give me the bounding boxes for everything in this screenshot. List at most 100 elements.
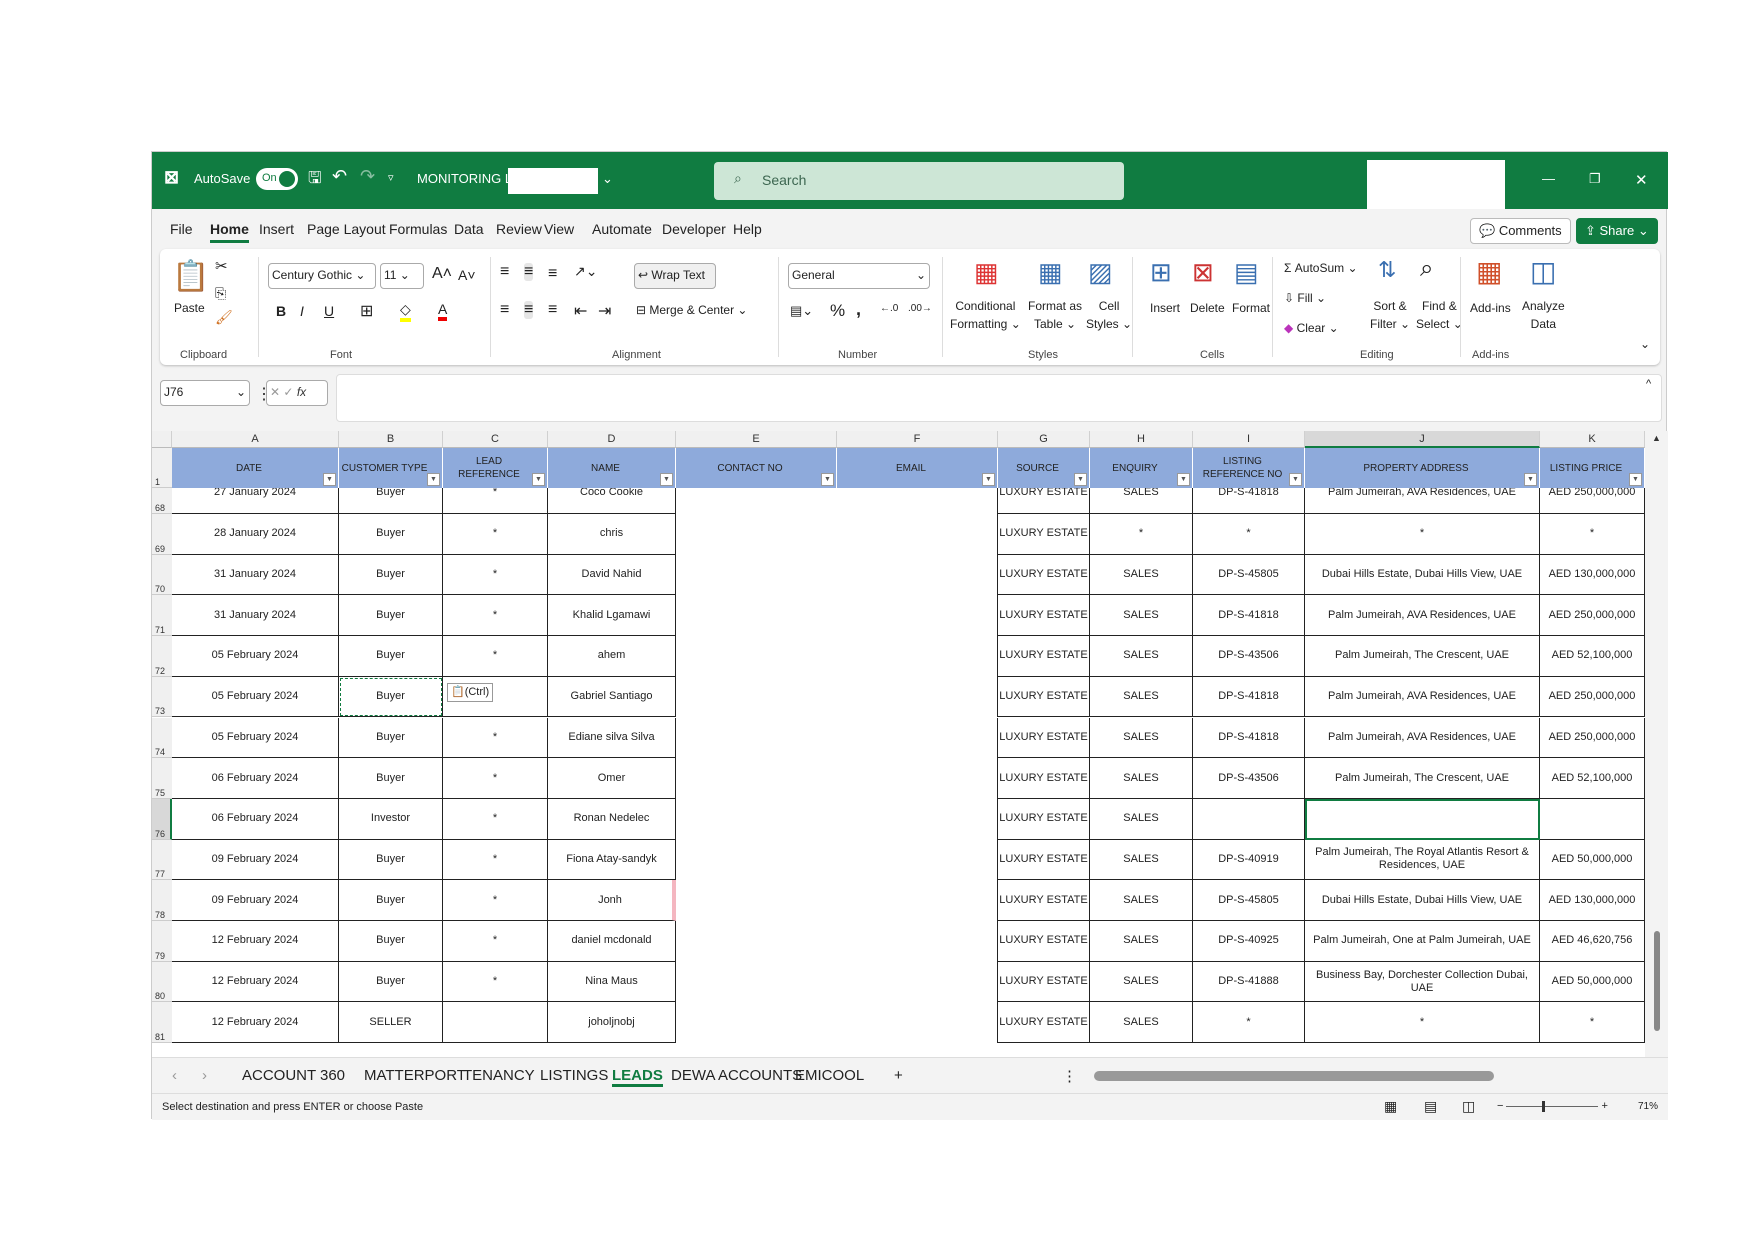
page-layout-view-icon[interactable]: ▤ <box>1424 1098 1437 1115</box>
cell-E81[interactable] <box>676 1002 837 1043</box>
comments-button[interactable]: 💬 Comments <box>1470 218 1571 244</box>
cell-C81[interactable] <box>443 1002 548 1044</box>
wrap-text-button[interactable]: ↩ Wrap Text <box>634 263 716 289</box>
cell-C78[interactable]: * <box>443 880 548 921</box>
increase-font-icon[interactable]: A˄ <box>432 265 452 283</box>
bold-button[interactable]: B <box>276 303 286 319</box>
cell-A72[interactable]: 05 February 2024 <box>172 636 339 677</box>
filter-dropdown-icon[interactable]: ▼ <box>1289 473 1302 486</box>
copy-icon[interactable]: ⎘ <box>215 285 226 302</box>
row-number[interactable]: 80 <box>152 961 172 1003</box>
analyze-data-button[interactable]: Analyze Data <box>1522 297 1565 333</box>
cell-I79[interactable]: DP-S-40925 <box>1193 921 1305 962</box>
row-number[interactable]: 76 <box>152 798 172 840</box>
sheet-tab-emicool[interactable]: EMICOOL <box>795 1067 864 1084</box>
column-header-F[interactable]: F <box>837 431 998 448</box>
addins-button[interactable]: Add-ins <box>1470 301 1511 315</box>
cell-I73[interactable]: DP-S-41818 <box>1193 676 1305 718</box>
filter-dropdown-icon[interactable]: ▼ <box>427 473 440 486</box>
cell-F80[interactable] <box>837 961 998 1003</box>
cell-F77[interactable] <box>837 839 998 881</box>
cell-F68[interactable] <box>837 488 998 514</box>
cell-H76[interactable]: SALES <box>1090 798 1193 840</box>
cell-H68[interactable]: SALES <box>1090 488 1193 514</box>
cell-C69[interactable]: * <box>443 514 548 555</box>
row-number[interactable]: 74 <box>152 717 172 759</box>
cell-E71[interactable] <box>676 595 837 636</box>
decrease-decimal-icon[interactable]: .00→ <box>908 303 932 314</box>
cell-G73[interactable]: LUXURY ESTATE <box>998 676 1090 718</box>
cell-D80[interactable]: Nina Maus <box>548 961 676 1003</box>
cell-J75[interactable]: Palm Jumeirah, The Crescent, UAE <box>1305 758 1540 799</box>
sheet-tab-matterport[interactable]: MATTERPORT <box>364 1067 466 1084</box>
cell-I71[interactable]: DP-S-41818 <box>1193 595 1305 637</box>
cell-C72[interactable]: * <box>443 636 548 677</box>
cell-I75[interactable]: DP-S-43506 <box>1193 758 1305 799</box>
cell-G75[interactable]: LUXURY ESTATE <box>998 758 1090 799</box>
filter-dropdown-icon[interactable]: ▼ <box>1629 473 1642 486</box>
cell-H74[interactable]: SALES <box>1090 717 1193 759</box>
underline-button[interactable]: U <box>324 303 334 319</box>
cell-D78[interactable]: Jonh <box>548 880 676 921</box>
menu-insert[interactable]: Insert <box>259 221 294 237</box>
fill-button[interactable]: ⇩ Fill ⌄ <box>1284 291 1326 305</box>
cell-G74[interactable]: LUXURY ESTATE <box>998 717 1090 759</box>
font-size-select[interactable]: 11 ⌄ <box>380 263 424 289</box>
cell-B70[interactable]: Buyer <box>339 554 443 596</box>
cell-styles-button[interactable]: Cell Styles ⌄ <box>1086 297 1132 333</box>
cell-J80[interactable]: Business Bay, Dorchester Collection Duba… <box>1305 961 1540 1003</box>
share-button[interactable]: ⇪ Share ⌄ <box>1576 218 1658 244</box>
normal-view-icon[interactable]: ▦ <box>1384 1098 1397 1115</box>
cell-K68[interactable]: AED 250,000,000 <box>1540 488 1645 514</box>
row-number[interactable]: 78 <box>152 880 172 921</box>
customize-qat-icon[interactable]: ▿ <box>388 171 394 184</box>
find-select-icon[interactable]: ⌕ <box>1420 255 1433 283</box>
sheet-tab-listings[interactable]: LISTINGS <box>540 1067 608 1084</box>
cell-F72[interactable] <box>837 636 998 677</box>
cell-E68[interactable] <box>676 488 837 514</box>
name-box[interactable]: J76 ⌄ <box>160 380 250 406</box>
font-name-select[interactable]: Century Gothic ⌄ <box>268 263 376 289</box>
cell-B76[interactable]: Investor <box>339 798 443 840</box>
align-bottom-icon[interactable]: ≡ <box>548 265 557 283</box>
menu-home[interactable]: Home <box>210 221 249 243</box>
cell-B71[interactable]: Buyer <box>339 595 443 637</box>
cell-E70[interactable] <box>676 555 837 596</box>
column-header-E[interactable]: E <box>676 431 837 448</box>
cell-K73[interactable]: AED 250,000,000 <box>1540 676 1645 718</box>
font-color-icon[interactable]: A <box>438 301 448 321</box>
cell-A74[interactable]: 05 February 2024 <box>172 717 339 759</box>
sheet-tab-leads[interactable]: LEADS <box>612 1067 663 1087</box>
increase-indent-icon[interactable]: ⇥ <box>598 301 611 321</box>
cell-I69[interactable]: * <box>1193 514 1305 555</box>
cell-styles-icon[interactable]: ▨ <box>1088 257 1113 288</box>
cell-H78[interactable]: SALES <box>1090 880 1193 921</box>
sheet-tab-360[interactable]: 360 <box>320 1067 345 1084</box>
cell-J81[interactable]: * <box>1305 1002 1540 1044</box>
minimize-button[interactable]: — <box>1542 171 1555 186</box>
cell-A77[interactable]: 09 February 2024 <box>172 839 339 881</box>
autosum-button[interactable]: Σ AutoSum ⌄ <box>1284 261 1358 275</box>
cell-K81[interactable]: * <box>1540 1002 1645 1044</box>
format-painter-icon[interactable]: 🖌 <box>215 309 233 326</box>
row-number[interactable]: 73 <box>152 676 172 718</box>
menu-file[interactable]: File <box>170 221 193 237</box>
cell-B73[interactable]: Buyer <box>339 676 443 718</box>
prev-sheet-icon[interactable]: ‹ <box>172 1067 177 1084</box>
cell-F74[interactable] <box>837 717 998 759</box>
align-center-icon[interactable]: ≡ <box>524 301 534 319</box>
cell-H80[interactable]: SALES <box>1090 961 1193 1003</box>
cell-A71[interactable]: 31 January 2024 <box>172 595 339 637</box>
cell-K75[interactable]: AED 52,100,000 <box>1540 758 1645 799</box>
search-box[interactable]: ⌕ Search <box>714 162 1124 200</box>
filter-dropdown-icon[interactable]: ▼ <box>982 473 995 486</box>
format-as-table-icon[interactable]: ▦ <box>1038 257 1063 288</box>
cell-A81[interactable]: 12 February 2024 <box>172 1002 339 1044</box>
number-format-select[interactable]: General ⌄ <box>788 263 930 289</box>
cell-C71[interactable]: * <box>443 595 548 637</box>
row-number[interactable]: 71 <box>152 595 172 637</box>
cell-H71[interactable]: SALES <box>1090 595 1193 637</box>
active-cell-J76[interactable] <box>1305 798 1540 840</box>
row-number[interactable]: 70 <box>152 554 172 596</box>
filter-dropdown-icon[interactable]: ▼ <box>1177 473 1190 486</box>
